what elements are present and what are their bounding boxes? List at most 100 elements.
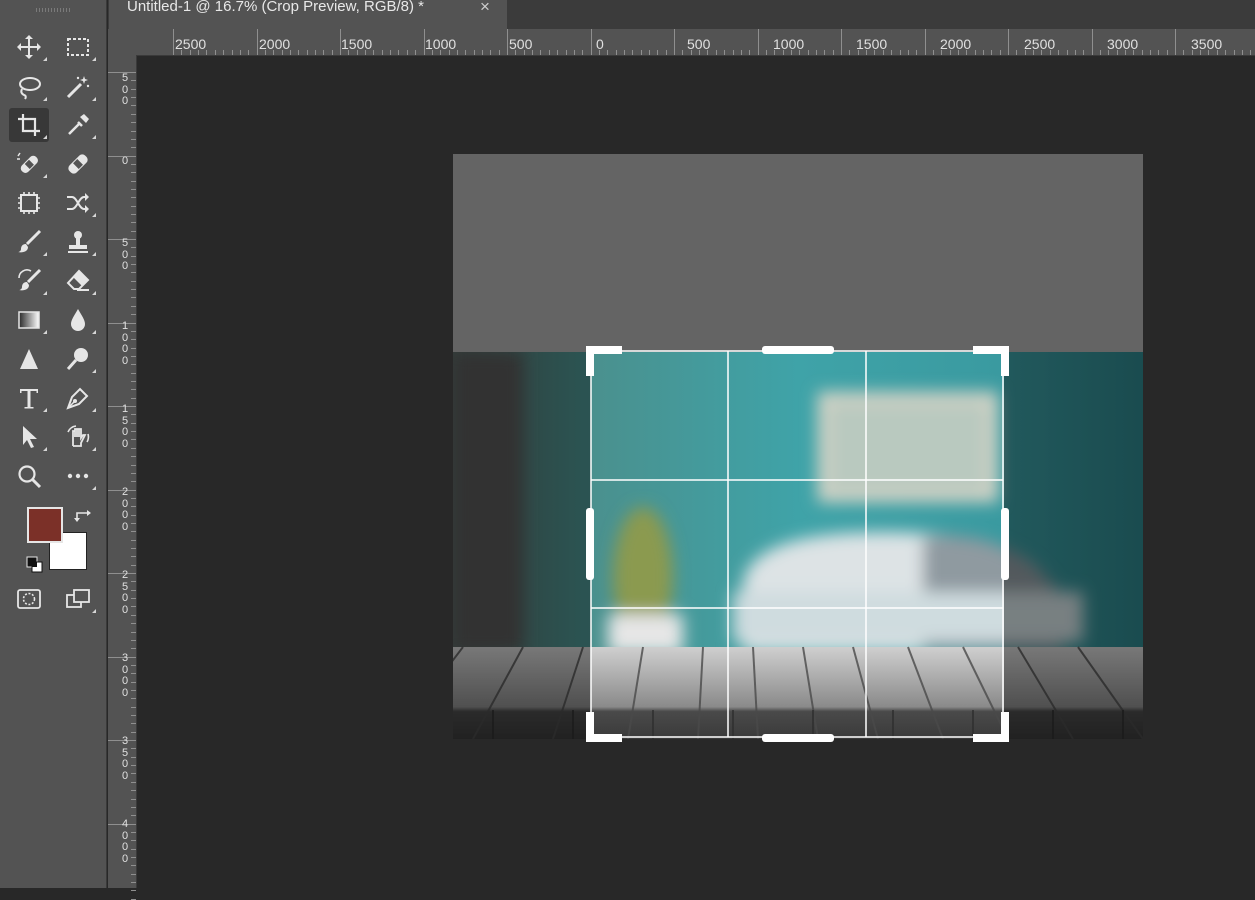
history-brush-tool[interactable]	[9, 264, 49, 298]
gradient-tool[interactable]	[9, 303, 49, 337]
crop-handle-bottom-left	[586, 712, 622, 742]
frame-tool[interactable]	[9, 186, 49, 220]
type-icon	[20, 389, 38, 409]
crop-handle-right	[1001, 508, 1009, 580]
ruler-origin[interactable]	[108, 29, 136, 55]
screen-mode[interactable]	[58, 582, 98, 616]
pen-icon	[66, 387, 89, 410]
ruler-v-label: 1000	[121, 320, 129, 367]
eyedropper-icon	[68, 114, 89, 135]
ruler-h-label: 2000	[259, 36, 291, 52]
clone-stamp-tool[interactable]	[58, 225, 98, 259]
ruler-h-label: 2500	[1024, 36, 1056, 52]
ruler-h-label: 1000	[773, 36, 805, 52]
ruler-v-label: 500	[121, 72, 129, 107]
gradient-icon	[18, 311, 40, 329]
blur-tool[interactable]	[58, 303, 98, 337]
drop-icon	[71, 309, 85, 331]
vertical-ruler[interactable]: 500 0 500 1000 1500 2000 2500 3000 3500 4000	[108, 55, 137, 900]
ruler-v-label: 0	[121, 155, 129, 167]
transparent-canvas-extension	[453, 154, 1143, 352]
history-brush-icon	[18, 268, 42, 291]
swap-colors-icon[interactable]	[74, 507, 92, 525]
quick-mask-icon	[17, 589, 41, 609]
bandage-icon	[68, 154, 88, 174]
default-colors-icon[interactable]	[26, 556, 44, 574]
brush-icon	[18, 229, 42, 253]
ruler-v-label: 500	[121, 237, 129, 272]
crop-shield-right	[1004, 352, 1143, 739]
ruler-v-label: 2500	[121, 569, 129, 616]
document-tab-title: Untitled-1 @ 16.7% (Crop Preview, RGB/8)…	[127, 0, 425, 15]
shuffle-icon	[67, 193, 89, 213]
magic-wand-tool[interactable]	[58, 70, 98, 104]
ruler-h-label: 0	[596, 36, 604, 52]
crop-handle-bottom-right	[973, 712, 1009, 742]
type-tool[interactable]	[9, 381, 49, 415]
rectangular-marquee-tool[interactable]	[58, 30, 98, 64]
edit-toolbar[interactable]	[58, 459, 98, 493]
brush-tool[interactable]	[9, 225, 49, 259]
crop-box[interactable]	[580, 340, 1015, 750]
crop-grid	[591, 351, 1003, 737]
stamp-icon	[68, 231, 88, 253]
crop-icon	[18, 114, 40, 136]
screen-mode-icon	[66, 589, 90, 608]
rectangular-marquee-icon	[67, 38, 89, 56]
arrow-icon	[23, 426, 37, 448]
spot-healing-brush-tool[interactable]	[9, 147, 49, 181]
sharpen-tool[interactable]	[9, 342, 49, 376]
crop-handle-bottom	[762, 734, 834, 742]
content-aware-move-tool[interactable]	[58, 186, 98, 220]
ruler-h-label: 3500	[1191, 36, 1223, 52]
healing-brush-tool[interactable]	[58, 147, 98, 181]
ruler-h-label: 1500	[341, 36, 373, 52]
pen-tool[interactable]	[58, 381, 98, 415]
crop-handle-top-left	[586, 346, 622, 376]
crop-border	[590, 350, 1004, 738]
magic-wand-icon	[66, 76, 90, 99]
zoom-tool[interactable]	[9, 459, 49, 493]
lasso-tool[interactable]	[9, 70, 49, 104]
lasso-icon	[19, 77, 41, 100]
spot-healing-icon	[17, 152, 38, 173]
ruler-v-label: 3500	[121, 735, 129, 782]
crop-tool[interactable]	[9, 108, 49, 142]
rotate-view-tool[interactable]	[58, 420, 98, 454]
ruler-h-label: 1500	[856, 36, 888, 52]
quick-mask-mode[interactable]	[9, 582, 49, 616]
zoom-icon	[18, 465, 42, 489]
tools-panel	[0, 0, 107, 888]
crop-handle-top	[762, 346, 834, 354]
crop-handle-left	[586, 508, 594, 580]
crop-handles[interactable]	[586, 346, 1009, 742]
close-tab-icon[interactable]: ×	[480, 0, 490, 15]
ruler-v-label: 4000	[121, 818, 129, 865]
ruler-h-label: 2000	[940, 36, 972, 52]
ruler-h-label: 500	[509, 36, 533, 52]
ruler-v-label: 2000	[121, 486, 129, 533]
ruler-h-label: 1000	[425, 36, 457, 52]
move-tool[interactable]	[9, 30, 49, 64]
ruler-v-label: 3000	[121, 652, 129, 699]
hand-rotate-icon	[67, 425, 90, 447]
horizontal-ruler[interactable]: 2500 2000 1500 1000 500 0 500 1000 1500 2000 2500 3…	[136, 29, 1255, 56]
move-icon	[17, 35, 41, 59]
frame-icon	[18, 192, 40, 214]
eraser-icon	[66, 269, 90, 291]
dodge-icon	[66, 348, 88, 370]
ruler-v-label: 1500	[121, 403, 129, 450]
crop-shield-left	[453, 352, 591, 739]
eyedropper-tool[interactable]	[58, 108, 98, 142]
eraser-tool[interactable]	[58, 264, 98, 298]
triangle-icon	[20, 349, 38, 369]
dodge-tool[interactable]	[58, 342, 98, 376]
ruler-h-label: 500	[687, 36, 711, 52]
path-selection-tool[interactable]	[9, 420, 49, 454]
ruler-h-label: 3000	[1107, 36, 1139, 52]
more-icon	[67, 473, 89, 479]
crop-handle-top-right	[973, 346, 1009, 376]
document-tab[interactable]: Untitled-1 @ 16.7% (Crop Preview, RGB/8)…	[109, 0, 507, 29]
foreground-color-swatch[interactable]	[27, 507, 63, 543]
panel-grip[interactable]	[36, 8, 70, 12]
